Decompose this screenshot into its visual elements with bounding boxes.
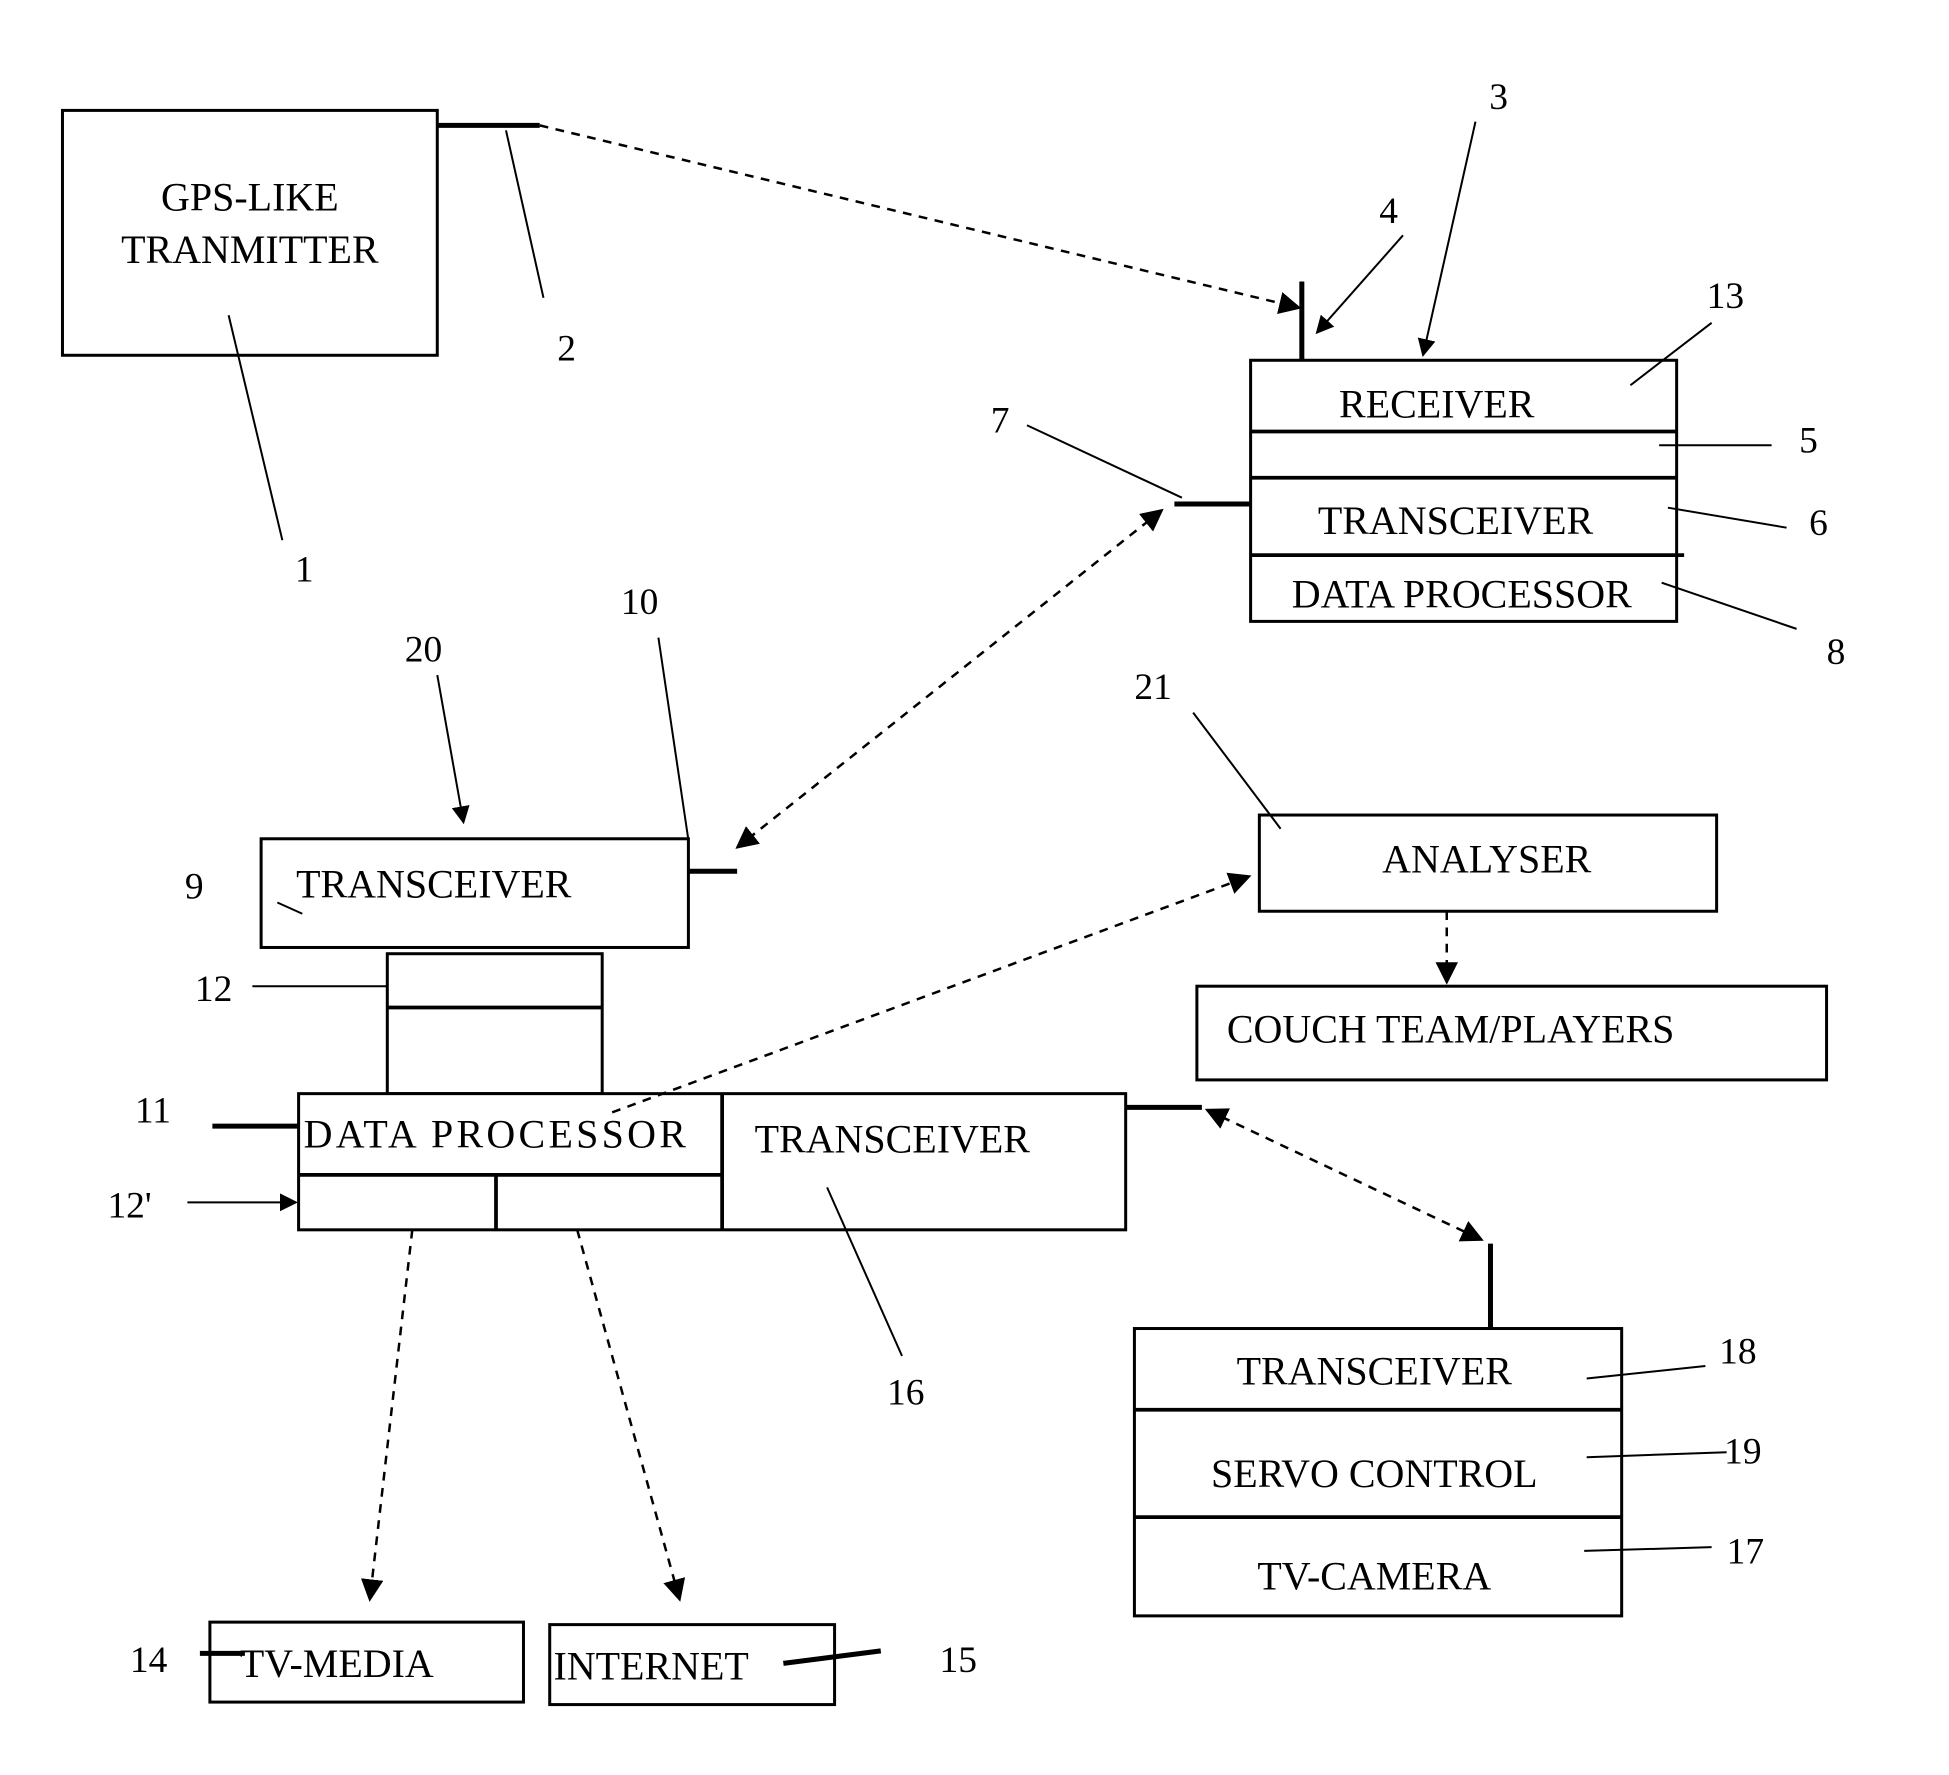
central-unit: DATA PROCESSOR TRANSCEIVER 11 12' 16 [107,1090,1202,1414]
tv-media-label: TV-MEDIA [240,1641,434,1686]
gps-transmitter-label-line2: TRANMITTER [121,227,379,272]
ref-9: 9 [185,867,204,908]
central-transceiver-label: TRANSCEIVER [755,1116,1031,1161]
analyser-block: ANALYSER 21 [1134,667,1719,913]
processor-tvmedia-link [360,1229,414,1602]
receiver-data-processor-label: DATA PROCESSOR [1292,572,1632,617]
ref-21: 21 [1134,667,1171,708]
leader-20 [436,674,470,825]
ref-16: 16 [887,1373,924,1414]
receiver-unit: RECEIVER TRANSCEIVER DATA PROCESSOR 4 3 … [991,77,1846,673]
analyser-label: ANALYSER [1382,837,1592,882]
ref-3: 3 [1489,77,1508,118]
gps-transmitter-block: GPS-LIKE TRANMITTER 2 1 [60,108,576,590]
coach-label: COUCH TEAM/PLAYERS [1227,1006,1675,1051]
ref-12: 12 [195,969,232,1010]
ref-19: 19 [1724,1431,1761,1472]
ref-1: 1 [295,549,314,590]
block-12: 12 [195,952,604,1096]
leader-10 [657,637,690,841]
ref-5: 5 [1799,421,1818,462]
central-camera-link [1204,1108,1484,1242]
base-transceiver-label: TRANSCEIVER [296,861,572,906]
system-block-diagram: GPS-LIKE TRANMITTER 2 1 RECEIVER TRANSCE… [60,77,1846,1707]
leader-6 [1667,506,1787,529]
ref-10: 10 [621,582,658,623]
ref-6: 6 [1809,503,1828,544]
leader-8 [1661,581,1797,630]
leader-2 [505,130,545,299]
processor-analyser-link [611,872,1252,1114]
base-transceiver-block: TRANSCEIVER 10 20 9 [185,582,738,949]
block-12-box [385,952,604,1096]
receiver-base-link [735,508,1164,849]
leader-21 [1192,711,1282,830]
camera-transceiver-label: TRANSCEIVER [1237,1349,1513,1394]
leader-3 [1417,121,1477,358]
camera-unit: TRANSCEIVER SERVO CONTROL TV-CAMERA 18 1… [1132,1243,1764,1618]
internet-label: INTERNET [553,1644,748,1689]
ref-20: 20 [405,629,442,670]
ref-17: 17 [1727,1531,1764,1572]
internet-block: INTERNET 15 [548,1623,977,1707]
receiver-transceiver-label: TRANSCEIVER [1318,498,1594,543]
tv-media-block: TV-MEDIA 14 [130,1620,525,1704]
ref-7: 7 [991,401,1010,442]
ref-14: 14 [130,1640,168,1681]
ref-11: 11 [135,1090,171,1131]
processor-internet-link [575,1229,686,1602]
receiver-label: RECEIVER [1339,382,1535,427]
ref-8: 8 [1827,632,1846,673]
ref-12-prime: 12' [107,1185,151,1226]
ref-15: 15 [940,1640,977,1681]
ref-18: 18 [1719,1332,1756,1373]
tv-camera-label: TV-CAMERA [1257,1554,1491,1599]
leader-4 [1315,234,1404,335]
leader-7 [1026,424,1183,499]
ref-4: 4 [1379,191,1398,232]
servo-control-label: SERVO CONTROL [1211,1451,1538,1496]
gps-transmitter-label-line1: GPS-LIKE [161,174,339,219]
ref-13: 13 [1707,276,1744,317]
ref-2: 2 [557,328,576,369]
gps-signal-link [539,124,1302,315]
coach-block: COUCH TEAM/PLAYERS [1195,984,1829,1082]
